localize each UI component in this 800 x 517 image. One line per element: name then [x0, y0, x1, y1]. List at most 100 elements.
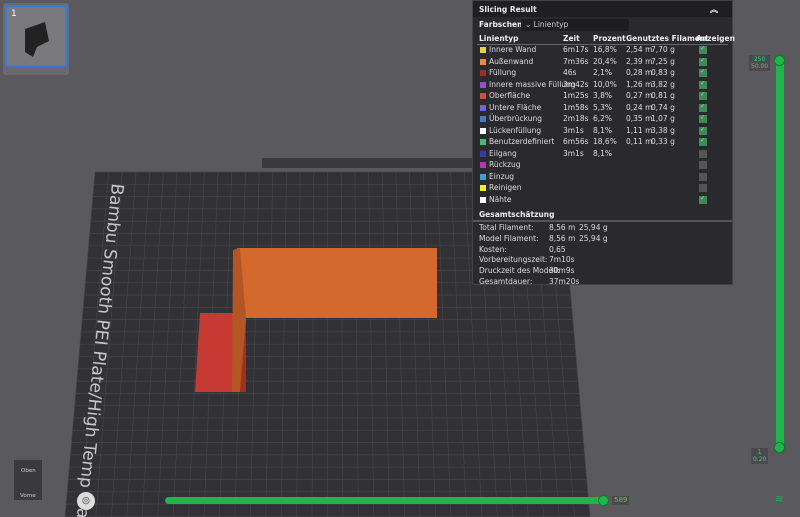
- color-swatch: [480, 93, 486, 99]
- show-checkbox[interactable]: [699, 91, 707, 100]
- show-checkbox[interactable]: [699, 137, 707, 146]
- table-row: Außenwand 7m36s 20,4% 2,39 m 7,25 g: [473, 57, 732, 68]
- length: 0,24 m: [626, 102, 653, 112]
- weight: 0,74 g: [651, 102, 675, 112]
- color-scheme-select[interactable]: ⌄ Linientyp: [521, 19, 629, 31]
- view-cube[interactable]: Oben Vorne: [14, 460, 42, 500]
- layer-slider-bottom-handle[interactable]: [774, 442, 785, 453]
- weight: 1,07 g: [651, 114, 675, 123]
- time: 6m17s: [563, 45, 589, 54]
- plate-index: 1: [11, 9, 17, 19]
- table-row: Oberfläche 1m25s 3,8% 0,27 m 0,81 g: [473, 91, 732, 102]
- color-swatch: [480, 150, 486, 157]
- col-linetype: Linientyp: [479, 34, 519, 43]
- percent: 6,2%: [593, 114, 613, 123]
- percent: 20,4%: [593, 56, 617, 66]
- show-checkbox[interactable]: [699, 126, 707, 135]
- collapse-icon[interactable]: ︽: [710, 4, 718, 15]
- summary-value: 0,65: [549, 244, 566, 254]
- length: 0,27 m: [626, 91, 653, 100]
- summary-value-2: 25,94 g: [579, 233, 608, 243]
- summary-label: Kosten:: [479, 244, 507, 254]
- summary-label: Gesamtdauer:: [479, 277, 533, 286]
- weight: 3,38 g: [651, 125, 675, 135]
- color-swatch: [480, 70, 486, 76]
- view-reset-icon[interactable]: ⊚: [77, 492, 95, 510]
- color-swatch: [480, 116, 486, 122]
- summary-value: 37m20s: [549, 277, 580, 286]
- move-slider-handle[interactable]: [598, 495, 609, 506]
- color-swatch: [480, 81, 486, 88]
- table-row: Untere Fläche 1m58s 5,3% 0,24 m 0,74 g: [473, 103, 732, 114]
- layer-slider-top-handle[interactable]: [774, 55, 785, 66]
- percent: 8,1%: [593, 125, 613, 135]
- plate-thumbnail[interactable]: 1: [3, 3, 69, 75]
- col-show: Anzeigen: [696, 34, 735, 43]
- col-time: Zeit: [563, 34, 580, 43]
- length: 1,26 m: [626, 79, 653, 89]
- layer-slider-track[interactable]: [776, 57, 784, 449]
- weight: 0,83 g: [651, 68, 675, 77]
- show-checkbox[interactable]: [699, 45, 707, 54]
- show-checkbox[interactable]: [699, 68, 707, 77]
- time: 7m36s: [563, 56, 589, 66]
- show-checkbox[interactable]: [699, 172, 707, 181]
- time: 46s: [563, 68, 577, 77]
- percent: 2,1%: [593, 68, 613, 77]
- chevron-down-icon: ⌄: [525, 20, 534, 29]
- show-checkbox[interactable]: [699, 195, 707, 204]
- view-top[interactable]: Oben: [21, 468, 36, 474]
- summary-label: Druckzeit des Modell:: [479, 266, 560, 276]
- percent: 5,3%: [593, 102, 613, 112]
- percent: 10,0%: [593, 79, 617, 89]
- linetype-name: Oberfläche: [489, 91, 531, 100]
- show-checkbox[interactable]: [699, 57, 707, 66]
- percent: 16,8%: [593, 45, 617, 54]
- percent: 18,6%: [593, 137, 617, 146]
- linetype-name: Nähte: [489, 194, 512, 204]
- time: 6m56s: [563, 137, 589, 146]
- linetype-name: Rückzug: [489, 160, 521, 169]
- time: 1m58s: [563, 102, 589, 112]
- linetype-name: Innere Wand: [489, 45, 537, 54]
- table-row: Lückenfüllung 3m1s 8,1% 1,11 m 3,38 g: [473, 126, 732, 137]
- summary-label: Total Filament:: [479, 223, 534, 232]
- length: 0,28 m: [626, 68, 653, 77]
- color-swatch: [480, 127, 486, 134]
- show-checkbox[interactable]: [699, 149, 707, 158]
- percent: 8,1%: [593, 148, 613, 158]
- color-swatch: [480, 185, 486, 191]
- view-front[interactable]: Vorne: [20, 493, 36, 499]
- table-row: Überbrückung 2m18s 6,2% 0,35 m 1,07 g: [473, 114, 732, 125]
- show-checkbox[interactable]: [699, 161, 707, 169]
- table-row: Benutzerdefiniert 6m56s 18,6% 0,11 m 0,3…: [473, 137, 732, 148]
- panel-title: Slicing Result: [479, 5, 537, 14]
- summary-label: Vorbereitungszeit:: [479, 255, 548, 265]
- col-percent: Prozent: [593, 34, 626, 43]
- time: 3m1s: [563, 125, 584, 135]
- table-row: Füllung 46s 2,1% 0,28 m 0,83 g: [473, 68, 732, 79]
- move-slider-value: 589: [612, 496, 630, 505]
- table-row: Eilgang 3m1s 8,1%: [473, 149, 732, 160]
- show-checkbox[interactable]: [699, 114, 707, 123]
- top-layer-label: 250 50.00: [749, 55, 771, 71]
- table-row: Nähte: [473, 195, 732, 206]
- summary-value: 7m10s: [549, 255, 575, 265]
- show-checkbox[interactable]: [699, 184, 707, 192]
- table-row: Rückzug: [473, 160, 732, 171]
- slicing-result-panel: Slicing Result ︽ Farbschema ⌄ Linientyp L…: [472, 0, 735, 286]
- summary-title: Gesamtschätzung: [479, 210, 555, 219]
- layers-icon[interactable]: ≋: [775, 494, 783, 505]
- time: 2m18s: [563, 114, 589, 123]
- linetype-name: Einzug: [489, 171, 515, 181]
- show-checkbox[interactable]: [699, 80, 707, 89]
- table-row: Innere Wand 6m17s 16,8% 2,54 m 7,70 g: [473, 45, 732, 56]
- show-checkbox[interactable]: [699, 103, 707, 112]
- time: 1m25s: [563, 91, 589, 100]
- linetype-name: Eilgang: [489, 148, 517, 158]
- move-slider-track[interactable]: [165, 497, 605, 504]
- weight: 3,82 g: [651, 79, 675, 89]
- color-swatch: [480, 47, 486, 53]
- length: 1,11 m: [626, 125, 653, 135]
- summary-value: 8,56 m: [549, 223, 576, 232]
